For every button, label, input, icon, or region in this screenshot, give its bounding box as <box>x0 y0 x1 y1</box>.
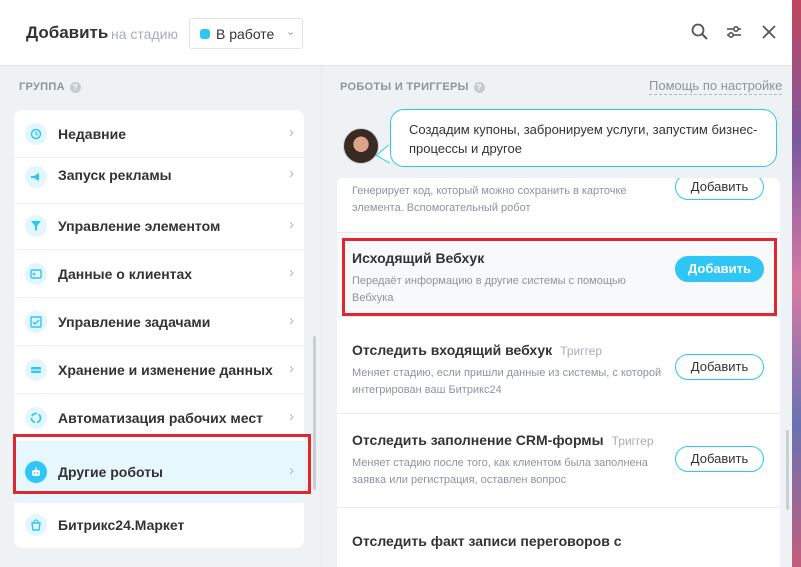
task-icon <box>25 311 47 333</box>
trigger-tag: Триггер <box>611 434 654 448</box>
stage-label: на стадию <box>111 26 178 42</box>
add-robot-button[interactable]: Добавить <box>675 354 764 380</box>
dialog-title: Добавить <box>26 23 109 42</box>
robot-title-text: Отследить входящий вебхук <box>352 342 553 358</box>
filter-icon <box>25 215 47 237</box>
left-scrollbar[interactable] <box>313 336 316 490</box>
chevron-right-icon: › <box>289 360 294 377</box>
category-item-recent[interactable]: Недавние › <box>14 110 304 158</box>
add-robot-button[interactable]: Добавить <box>675 446 764 472</box>
robot-list: Генерирует код, который можно сохранить … <box>337 178 780 567</box>
robot-description: Меняет стадию после того, как клиентом б… <box>352 457 648 486</box>
chevron-right-icon: › <box>289 408 294 425</box>
chevron-down-icon: ⌄ <box>286 26 296 38</box>
bubble-text: Создадим купоны, забронируем услуги, зап… <box>409 122 758 156</box>
market-bag-icon <box>25 514 47 536</box>
category-item-tasks[interactable]: Управление задачами › <box>14 298 304 346</box>
category-label: Данные о клиентах <box>58 266 193 282</box>
chevron-right-icon: › <box>289 124 294 141</box>
category-item-clients[interactable]: Данные о клиентах › <box>14 250 304 298</box>
robot-description: Генерирует код, который можно сохранить … <box>352 185 627 214</box>
close-icon[interactable] <box>759 22 779 42</box>
storage-icon <box>25 359 47 381</box>
group-section-label: ГРУППА? <box>19 81 81 93</box>
robot-item-code-generator: Генерирует код, который можно сохранить … <box>337 178 780 233</box>
search-icon[interactable] <box>690 22 710 42</box>
settings-icon[interactable] <box>724 22 744 42</box>
robots-section-label: РОБОТЫ И ТРИГГЕРЫ? <box>340 81 485 93</box>
robot-title: Отследить входящий вебхук Триггер <box>352 342 602 358</box>
contact-card-icon <box>25 263 47 285</box>
robot-title: Отследить факт записи переговоров с <box>352 533 622 549</box>
chevron-right-icon: › <box>289 165 294 182</box>
market-item[interactable]: Битрикс24.Маркет <box>14 503 304 548</box>
megaphone-icon <box>25 166 47 188</box>
stage-select[interactable]: В работе ⌄ <box>189 18 303 49</box>
stage-select-value: В работе <box>216 26 275 42</box>
right-scrollbar[interactable] <box>786 430 789 510</box>
stage-color-dot <box>200 29 210 39</box>
add-robot-button[interactable]: Добавить <box>675 178 764 200</box>
add-robot-dialog: Добавить на стадию В работе ⌄ ГРУППА? Не… <box>0 0 792 567</box>
help-icon[interactable]: ? <box>69 82 81 93</box>
robot-title-text: Отследить заполнение CRM-формы <box>352 432 604 448</box>
chevron-right-icon: › <box>289 312 294 329</box>
chevron-right-icon: › <box>289 216 294 233</box>
assistant-avatar <box>343 128 379 164</box>
dialog-header: Добавить на стадию В работе ⌄ <box>0 0 792 66</box>
trigger-tag: Триггер <box>560 344 603 358</box>
category-label: Недавние <box>58 126 127 142</box>
robot-description: Меняет стадию, если пришли данные из сис… <box>352 367 662 396</box>
robot-title: Отследить заполнение CRM-формы Триггер <box>352 432 654 448</box>
group-section-title: ГРУППА <box>19 81 65 93</box>
category-item-ads[interactable]: Запуск рекламы › <box>14 156 304 204</box>
market-label: Битрикс24.Маркет <box>58 517 185 533</box>
category-label: Хранение и изменение данных <box>58 362 273 378</box>
history-icon <box>25 123 47 145</box>
category-label: Управление задачами <box>58 314 211 330</box>
category-label: Автоматизация рабочих мест <box>58 410 264 426</box>
highlight-outgoing-webhook <box>342 238 777 316</box>
category-item-storage[interactable]: Хранение и изменение данных › <box>14 346 304 394</box>
automation-icon <box>25 407 47 429</box>
background-strip <box>791 0 801 567</box>
highlight-other-robots <box>13 434 311 494</box>
robots-panel: РОБОТЫ И ТРИГГЕРЫ? Помощь по настройке С… <box>323 66 792 567</box>
chevron-right-icon: › <box>289 264 294 281</box>
robots-section-title: РОБОТЫ И ТРИГГЕРЫ <box>340 81 469 93</box>
category-label: Управление элементом <box>58 218 221 234</box>
category-item-element[interactable]: Управление элементом › <box>14 202 304 250</box>
help-icon[interactable]: ? <box>473 82 485 93</box>
category-label: Запуск рекламы <box>58 167 172 183</box>
robot-item-crm-form-trigger[interactable]: Отследить заполнение CRM-формы Триггер Ме… <box>337 414 780 508</box>
setup-help-link[interactable]: Помощь по настройке <box>649 78 783 95</box>
assistant-bubble: Создадим купоны, забронируем услуги, зап… <box>390 109 777 167</box>
robot-item-incoming-webhook-trigger[interactable]: Отследить входящий вебхук Триггер Меняет … <box>337 317 780 414</box>
robot-item-call-record-trigger[interactable]: Отследить факт записи переговоров с <box>337 508 780 567</box>
